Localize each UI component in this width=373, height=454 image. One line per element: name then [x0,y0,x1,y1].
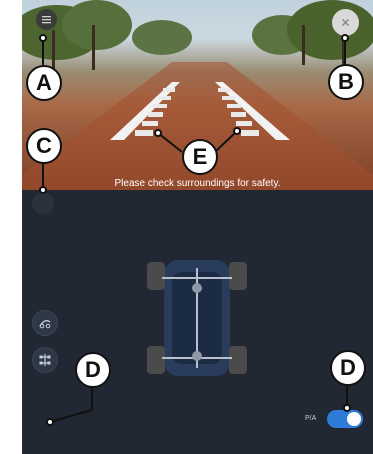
close-button[interactable] [332,9,359,36]
camera-view-button[interactable] [32,192,54,214]
top-view-button[interactable] [32,347,58,373]
close-icon [341,18,350,27]
callout-e: E [182,139,218,175]
callout-d-left: D [75,352,111,388]
parking-view-button[interactable] [32,310,58,336]
safety-message: Please check surroundings for safety. [114,178,281,189]
callout-a: A [26,65,62,101]
park-assist-label: P/A [305,415,317,422]
toggle-knob [347,412,361,426]
callout-c: C [26,128,62,164]
park-assist-toggle[interactable] [327,410,363,428]
steering-assist-icon [39,320,51,329]
parking-camera-screen: Please check surroundings for safety. P/… [22,0,373,454]
hamburger-icon [42,16,51,24]
vehicle-chassis-graphic [147,260,247,376]
menu-button[interactable] [36,9,57,30]
callout-b: B [328,64,364,100]
vehicle-top-view-icon [39,354,51,366]
callout-d-right: D [330,350,366,386]
